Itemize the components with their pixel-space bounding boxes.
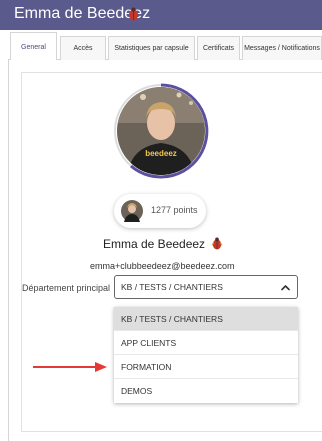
- points-badge: 1277 points: [114, 194, 206, 228]
- department-select[interactable]: KB / TESTS / CHANTIERS: [114, 275, 298, 299]
- tab-messages-notifications[interactable]: Messages / Notifications: [242, 36, 322, 60]
- annotation-arrow-icon: [33, 362, 107, 372]
- department-selected-value: KB / TESTS / CHANTIERS: [121, 282, 223, 292]
- beetle-icon: [211, 237, 223, 250]
- department-option[interactable]: DEMOS: [114, 379, 298, 403]
- profile-email: emma+clubbeedeez@beedeez.com: [90, 261, 235, 271]
- department-label: Département principal: [22, 283, 111, 293]
- profile-name-row: Emma de Beedeez: [103, 237, 223, 253]
- tab-bar: General Accès Statistiques par capsule C…: [8, 30, 322, 61]
- shirt-text: beedeez: [145, 149, 177, 158]
- department-option[interactable]: APP CLIENTS: [114, 331, 298, 355]
- title-bar: Emma de Beedeez: [0, 0, 322, 30]
- tab-certificats[interactable]: Certificats: [197, 36, 240, 60]
- department-option[interactable]: FORMATION: [114, 355, 298, 379]
- chevron-up-icon: [281, 285, 290, 291]
- points-text: 1277 points: [151, 205, 198, 215]
- tab-general[interactable]: General: [10, 32, 57, 61]
- profile-avatar: beedeez: [114, 83, 209, 179]
- tab-statistiques[interactable]: Statistiques par capsule: [108, 36, 195, 60]
- mini-avatar: [121, 200, 143, 222]
- department-dropdown: KB / TESTS / CHANTIERS APP CLIENTS FORMA…: [114, 307, 298, 403]
- profile-name: Emma de Beedeez: [103, 237, 206, 251]
- department-option[interactable]: KB / TESTS / CHANTIERS: [114, 307, 298, 331]
- beetle-icon: [129, 7, 138, 21]
- tab-acces[interactable]: Accès: [60, 36, 106, 60]
